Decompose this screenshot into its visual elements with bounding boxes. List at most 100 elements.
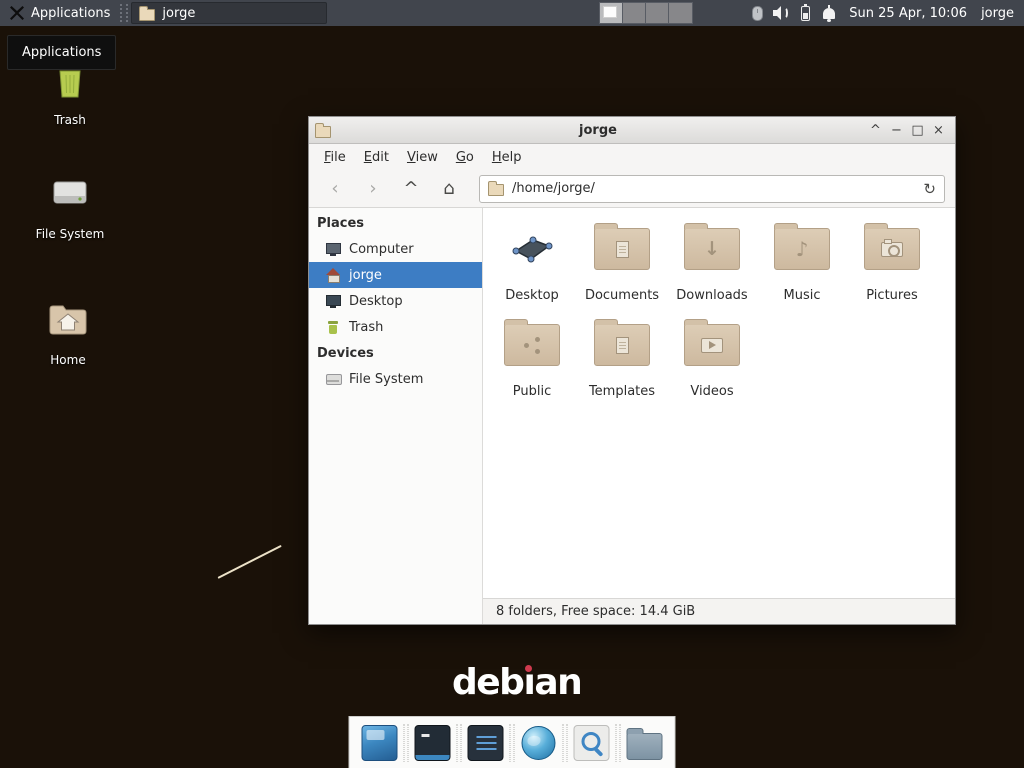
videos-folder-icon [667, 320, 757, 370]
up-button[interactable]: ^ [395, 175, 427, 203]
desktop-icon-label: Trash [54, 113, 86, 127]
toolbar: ‹ › ^ ⌂ /home/jorge/ ↻ [309, 170, 955, 208]
trash-icon [325, 319, 341, 335]
folder-label: Documents [585, 288, 659, 304]
desktop-icon-label: Home [50, 353, 85, 367]
path-bar[interactable]: /home/jorge/ ↻ [479, 175, 945, 203]
desktop-icon-home[interactable]: Home [25, 295, 111, 367]
drive-icon [325, 371, 341, 387]
show-desktop-icon [362, 725, 398, 761]
menu-view[interactable]: View [398, 147, 447, 168]
desktop-special-icon [487, 224, 577, 274]
sidebar: Places Computer jorge Desktop Trash Devi… [309, 208, 483, 624]
taskbar-button-jorge[interactable]: jorge [131, 2, 327, 24]
home-folder-icon [44, 295, 92, 346]
workspace-2[interactable] [623, 3, 646, 23]
forward-button[interactable]: › [357, 175, 389, 203]
downloads-folder-icon [667, 224, 757, 274]
web-browser-button[interactable] [517, 720, 561, 766]
folder-label: Videos [690, 384, 733, 400]
window-content: Places Computer jorge Desktop Trash Devi… [309, 208, 955, 624]
folder-item-videos[interactable]: Videos [667, 304, 757, 400]
shade-button[interactable]: ^ [865, 120, 886, 141]
folder-grid: Desktop Documents Downloads Music Pictur… [483, 208, 955, 598]
file-manager-button[interactable] [623, 720, 667, 766]
panel-username[interactable]: jorge [981, 6, 1014, 21]
path-folder-icon [488, 184, 504, 196]
folder-item-downloads[interactable]: Downloads [667, 208, 757, 304]
home-icon [325, 267, 341, 283]
minimize-button[interactable]: − [886, 120, 907, 141]
folder-icon [627, 733, 663, 760]
app-finder-button[interactable] [570, 720, 614, 766]
folder-item-desktop[interactable]: Desktop [487, 208, 577, 304]
terminal-alt-button[interactable] [464, 720, 508, 766]
bottom-dock [349, 716, 676, 768]
panel-handle[interactable] [120, 4, 128, 22]
titlebar[interactable]: jorge ^ − □ × [309, 117, 955, 144]
applications-tooltip: Applications [7, 35, 116, 70]
close-button[interactable]: × [928, 120, 949, 141]
desktop-icon-label: File System [36, 227, 105, 241]
window-folder-icon [315, 126, 331, 138]
sidebar-item-file-system[interactable]: File System [309, 366, 482, 392]
pictures-folder-icon [847, 224, 937, 274]
folder-label: Pictures [866, 288, 917, 304]
debian-logo-text: an [534, 662, 581, 703]
templates-folder-icon [577, 320, 667, 370]
globe-icon [522, 726, 556, 760]
top-panel: Applications jorge Sun 25 Apr, 10:06 jor… [0, 0, 1024, 26]
window-title: jorge [331, 123, 865, 138]
menu-edit[interactable]: Edit [355, 147, 398, 168]
dock-separator [404, 724, 409, 762]
dock-separator [616, 724, 621, 762]
reload-icon[interactable]: ↻ [923, 180, 936, 198]
sidebar-item-computer[interactable]: Computer [309, 236, 482, 262]
applications-menu-button[interactable]: Applications [0, 0, 119, 26]
workspace-1[interactable] [600, 3, 623, 23]
terminal-button[interactable] [411, 720, 455, 766]
workspace-3[interactable] [646, 3, 669, 23]
folder-item-pictures[interactable]: Pictures [847, 208, 937, 304]
folder-item-templates[interactable]: Templates [577, 304, 667, 400]
dock-separator [510, 724, 515, 762]
volume-icon[interactable] [772, 4, 790, 22]
debian-logo-text: deb [452, 662, 523, 703]
sidebar-item-label: File System [349, 372, 423, 387]
main-pane: Desktop Documents Downloads Music Pictur… [483, 208, 955, 624]
status-text: 8 folders, Free space: 14.4 GiB [496, 604, 695, 619]
desktop-icon [325, 293, 341, 309]
panel-clock[interactable]: Sun 25 Apr, 10:06 [849, 6, 967, 21]
show-desktop-button[interactable] [358, 720, 402, 766]
back-button[interactable]: ‹ [319, 175, 351, 203]
sidebar-item-trash[interactable]: Trash [309, 314, 482, 340]
menu-help[interactable]: Help [483, 147, 531, 168]
sidebar-header-devices: Devices [309, 340, 482, 366]
notifications-bell-icon[interactable] [820, 4, 838, 22]
battery-icon[interactable] [796, 4, 814, 22]
folder-label: Templates [589, 384, 655, 400]
folder-item-documents[interactable]: Documents [577, 208, 667, 304]
system-tray [745, 4, 841, 22]
folder-label: Music [784, 288, 821, 304]
xfce-logo-icon [9, 5, 25, 21]
desktop-icon-file-system[interactable]: File System [27, 169, 113, 241]
mouse-icon[interactable] [748, 4, 766, 22]
sidebar-item-jorge[interactable]: jorge [309, 262, 482, 288]
workspace-4[interactable] [669, 3, 692, 23]
folder-item-music[interactable]: Music [757, 208, 847, 304]
sidebar-item-desktop[interactable]: Desktop [309, 288, 482, 314]
terminal-icon [415, 725, 451, 761]
dock-separator [457, 724, 462, 762]
hard-drive-icon [46, 169, 94, 220]
menu-go[interactable]: Go [447, 147, 483, 168]
window-controls: ^ − □ × [865, 120, 949, 141]
magnifier-icon [574, 725, 610, 761]
folder-item-public[interactable]: Public [487, 304, 577, 400]
menu-file[interactable]: File [315, 147, 355, 168]
applications-label: Applications [31, 6, 110, 21]
maximize-button[interactable]: □ [907, 120, 928, 141]
home-button[interactable]: ⌂ [433, 175, 465, 203]
path-text: /home/jorge/ [512, 181, 595, 196]
workspace-switcher [599, 2, 693, 24]
